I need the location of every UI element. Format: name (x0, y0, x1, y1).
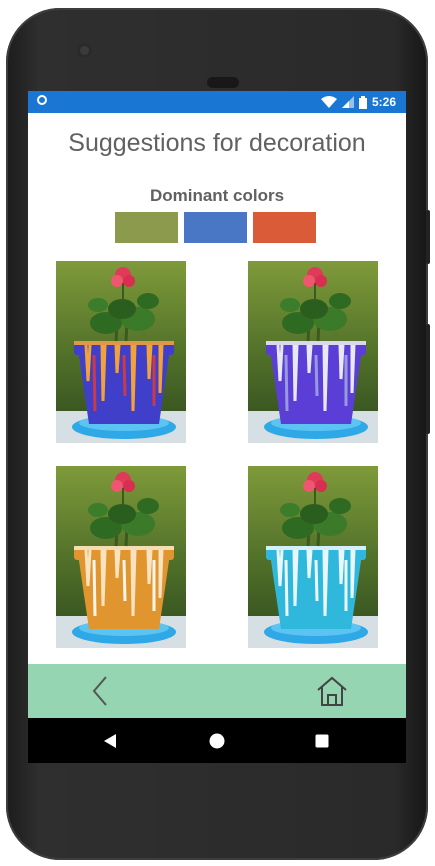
suggestion-image-2[interactable] (248, 261, 378, 443)
battery-icon (358, 95, 367, 109)
wifi-icon (320, 96, 337, 108)
home-icon[interactable] (314, 673, 350, 709)
plant-pot-illustration (248, 466, 378, 648)
square-recents-icon[interactable] (312, 731, 332, 751)
front-camera (77, 43, 92, 58)
plant-pot-illustration (248, 261, 378, 443)
chevron-left-icon[interactable] (84, 673, 120, 709)
suggestion-image-4[interactable] (248, 466, 378, 648)
power-button (426, 210, 430, 264)
suggestion-image-3[interactable] (56, 466, 186, 648)
plant-pot-illustration (56, 466, 186, 648)
color-swatch-2 (184, 212, 247, 243)
dominant-color-swatches (115, 212, 316, 243)
volume-button (426, 324, 430, 434)
app-screen: 5:26 Suggestions for decoration Dominant… (28, 91, 406, 763)
dominant-colors-label: Dominant colors (149, 186, 285, 205)
triangle-back-icon[interactable] (100, 731, 120, 751)
page-title: Suggestions for decoration (68, 129, 366, 157)
plant-pot-illustration (56, 261, 186, 443)
color-swatch-1 (115, 212, 178, 243)
suggestion-image-1[interactable] (56, 261, 186, 443)
circle-home-icon[interactable] (207, 731, 227, 751)
color-swatch-3 (253, 212, 316, 243)
notification-icon (37, 95, 47, 105)
cell-signal-icon (341, 96, 354, 108)
bottom-nav-bar (28, 664, 406, 718)
system-nav-bar (28, 718, 406, 763)
earpiece-speaker (207, 77, 239, 88)
status-bar: 5:26 (28, 91, 406, 113)
status-time: 5:26 (371, 95, 396, 109)
